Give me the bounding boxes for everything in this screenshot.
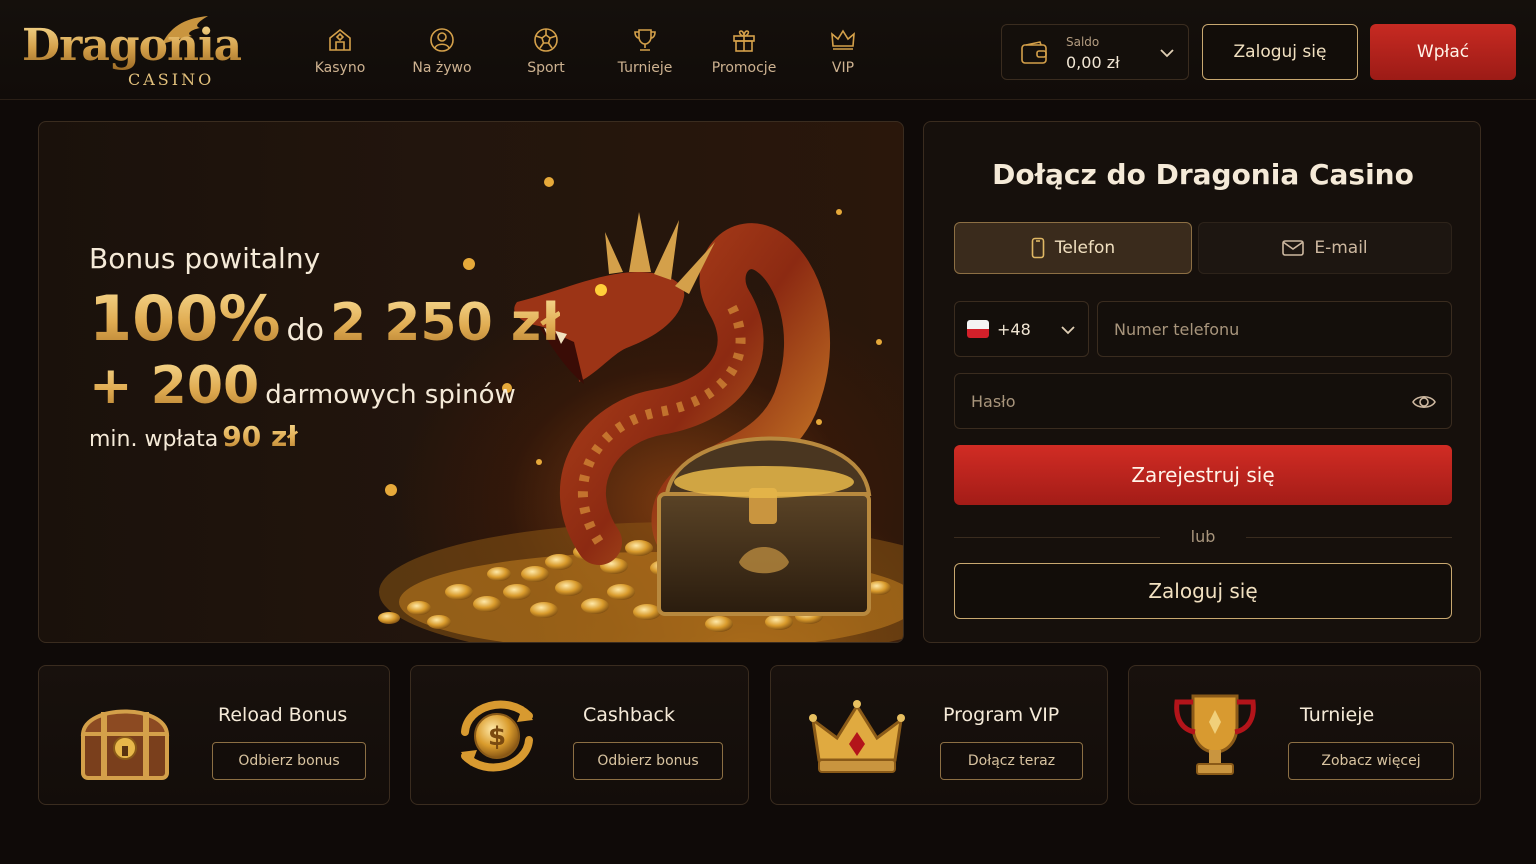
nav-label: Sport [527,60,565,76]
card-title: Reload Bonus [218,704,348,726]
phone-field[interactable] [1097,301,1452,357]
hero-min-value: 90 zł [222,420,298,453]
country-code: +48 [997,320,1031,339]
gift-icon [733,30,755,52]
chevron-down-icon [1061,326,1075,335]
hero-min-deposit: min. wpłata 90 zł [89,420,298,453]
login-button[interactable]: Zaloguj się [1202,24,1358,80]
panel-login-button[interactable]: Zaloguj się [954,563,1452,619]
divider-line [1246,537,1452,538]
country-code-select[interactable]: +48 [954,301,1089,357]
nav-item-sport[interactable]: Sport [506,26,586,82]
hero-spins-number: + 200 [89,356,260,416]
tab-phone[interactable]: Telefon [954,222,1192,274]
nav-label: Kasyno [314,60,366,76]
nav-item-na-zywo[interactable]: Na żywo [402,26,482,82]
sport-icon [534,28,558,52]
card-title: Cashback [583,704,676,726]
password-input[interactable] [955,374,1451,428]
hero-headline: 100% do 2 250 zł [89,282,560,355]
hero-amount: 2 250 zł [329,293,561,353]
password-field[interactable] [954,373,1452,429]
trophy-icon [634,29,656,51]
phone-input[interactable] [1098,302,1451,356]
hero-do: do [286,313,324,348]
hero-spins: + 200 darmowych spinów [89,356,516,416]
promo-card-tournaments[interactable]: Turnieje Zobacz więcej [1128,665,1481,805]
logo-text: Dragonia [22,20,242,71]
balance-value: 0,00 zł [1066,53,1120,72]
nav-item-promocje[interactable]: Promocje [704,26,784,82]
card-title: Program VIP [943,704,1060,726]
promo-card-vip[interactable]: Program VIP Dołącz teraz [770,665,1108,805]
tab-phone-label: Telefon [1054,238,1116,258]
poland-flag-icon [967,320,989,338]
hero-min-text: min. wpłata [89,427,219,452]
or-divider: lub [954,527,1452,547]
register-button[interactable]: Zarejestruj się [954,445,1452,505]
crown-icon [809,700,905,773]
hero-percent: 100% [89,282,281,355]
eye-icon[interactable] [1411,389,1437,415]
claim-cashback-button[interactable]: Odbierz bonus [573,742,723,780]
casino-icon [329,28,351,51]
promo-card-cashback[interactable]: $ Cashback Odbierz bonus [410,665,749,805]
deposit-button[interactable]: Wpłać [1370,24,1516,80]
signup-panel: Dołącz do Dragonia Casino Telefon E-mail… [923,121,1481,643]
nav-item-vip[interactable]: VIP [803,26,883,82]
cashback-coin-icon: $ [461,700,533,772]
nav-label: Turnieje [617,60,673,76]
phone-icon [1031,237,1045,259]
hero-banner[interactable]: Bonus powitalny 100% do 2 250 zł + 200 darm… [38,121,904,643]
svg-text:$: $ [488,722,506,752]
crown-icon [831,29,855,50]
nav-label: Na żywo [412,60,472,76]
logo[interactable]: Dragonia CASINO [22,14,242,90]
card-title: Turnieje [1300,704,1375,726]
nav-item-turnieje[interactable]: Turnieje [605,26,685,82]
claim-bonus-button[interactable]: Odbierz bonus [212,742,366,780]
hero-spins-text: darmowych spinów [265,380,516,410]
mail-icon [1282,240,1305,256]
chevron-down-icon [1160,49,1174,58]
promo-card-reload[interactable]: Reload Bonus Odbierz bonus [38,665,390,805]
live-icon [430,28,454,52]
wallet-icon [1021,41,1047,64]
balance-dropdown[interactable]: Saldo 0,00 zł [1001,24,1189,80]
top-header: Dragonia CASINO Kasyno Na żywo Sport Tur… [0,0,1536,100]
trophy-icon [1174,694,1256,775]
logo-subtext: CASINO [128,70,215,89]
nav-label: VIP [831,60,855,76]
signup-title: Dołącz do Dragonia Casino [992,158,1414,191]
balance-label: Saldo [1066,35,1100,49]
nav-label: Promocje [711,60,777,76]
tab-email[interactable]: E-mail [1198,222,1452,274]
nav-item-kasyno[interactable]: Kasyno [300,26,380,82]
see-more-button[interactable]: Zobacz więcej [1288,742,1454,780]
join-vip-button[interactable]: Dołącz teraz [940,742,1083,780]
treasure-chest-icon [80,709,170,780]
tab-email-label: E-mail [1314,238,1368,258]
hero-subtitle: Bonus powitalny [89,242,321,275]
